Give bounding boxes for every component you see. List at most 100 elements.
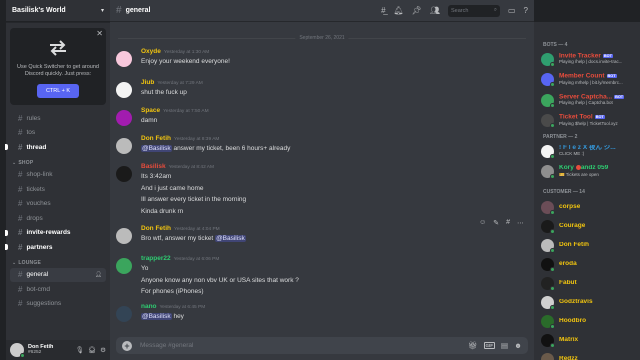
user-info[interactable]: Don Fetih #6252 (28, 344, 76, 356)
member-item[interactable]: Matrix (541, 333, 637, 348)
message-input[interactable] (140, 342, 468, 349)
channel-item-bot-cmd[interactable]: # bot-cmd (10, 282, 106, 297)
inbox-icon[interactable]: ▭ (508, 6, 516, 15)
message-line: answer my ticket, been 6 hours+ already (173, 145, 291, 152)
member-item[interactable]: eroda (541, 257, 637, 272)
channel-item-shop-link[interactable]: # shop-link (10, 168, 106, 183)
message-author[interactable]: Basilisk (141, 163, 166, 170)
hash-icon: # (18, 184, 23, 194)
member-item[interactable]: ! F l e z X 夜ん ジ... CLICK ME :) (541, 144, 637, 159)
threads-icon[interactable]: #̲ (381, 6, 385, 15)
sticker-icon[interactable]: ▤ (501, 341, 508, 350)
help-icon[interactable]: ? (524, 6, 528, 15)
avatar[interactable] (116, 82, 132, 98)
member-item[interactable]: Member Count BOT Playing m!help | bit.ly/m… (541, 73, 637, 87)
edit-icon[interactable]: ✎ (493, 219, 499, 227)
message-author[interactable]: Oxyde (141, 48, 161, 55)
channel-label: partners (26, 243, 53, 251)
microphone-icon[interactable]: 🎙︎ (76, 346, 84, 354)
user-mention[interactable]: @Basilisk (141, 313, 172, 320)
message-author[interactable]: Space (141, 107, 160, 114)
thread-icon[interactable]: # (506, 219, 510, 227)
hash-icon: # (18, 242, 23, 252)
member-item[interactable]: Invite Tracker BOT Playing /help | docs.in… (541, 52, 637, 67)
avatar[interactable] (116, 166, 132, 182)
server-header[interactable]: Basilisk's World ▾ (6, 0, 110, 22)
gear-icon[interactable]: ⚙ (100, 346, 106, 354)
add-attachment-button[interactable]: + (122, 340, 132, 351)
member-name-text: Courage (559, 223, 586, 229)
gift-icon[interactable]: 🎁︎ (468, 341, 478, 350)
bell-icon[interactable]: 🔔︎ (394, 6, 404, 15)
channel-label: thread (26, 143, 47, 151)
user-mention[interactable]: @Basilisk (141, 145, 172, 152)
date-divider-label: September 26, 2021 (295, 35, 349, 41)
message-timestamp: Yesterday at 1:30 AM (163, 50, 210, 55)
member-name-text: Kory (559, 165, 574, 172)
member-item[interactable]: Courage (541, 219, 637, 234)
member-item[interactable]: Fabut (541, 276, 637, 291)
unread-indicator (5, 244, 8, 251)
members-icon[interactable]: 👥︎ (430, 6, 440, 15)
message-author[interactable]: nano (141, 303, 157, 310)
channel-item-tos[interactable]: # tos (10, 126, 106, 141)
search-icon: ⌕ (493, 7, 497, 13)
member-name: Invite Tracker BOT (559, 53, 622, 60)
message-author[interactable]: Don Fetih (141, 135, 171, 142)
avatar[interactable] (116, 258, 132, 274)
avatar[interactable] (116, 110, 132, 126)
close-icon[interactable]: ✕ (96, 29, 103, 38)
category-shop[interactable]: ⌄ SHOP (12, 160, 110, 166)
member-item[interactable]: Kory andz 059 🎫 Tickets are open (541, 165, 637, 179)
member-item[interactable]: Redzz (541, 352, 637, 360)
message-line: Anyone know any non vbv UK or USA sites … (141, 276, 299, 284)
pin-icon[interactable]: 📌︎ (412, 6, 422, 15)
emoji-icon[interactable]: ☻ (514, 341, 522, 350)
search-input[interactable]: Search ⌕ (447, 4, 500, 17)
avatar[interactable] (116, 228, 132, 244)
message-author[interactable]: Jiub (141, 79, 154, 86)
channel-item-partners[interactable]: # partners (5, 240, 106, 255)
member-info: Courage (559, 223, 585, 229)
channel-header: # general #̲ 🔔︎ 📌︎ 👥︎ Search ⌕ ▭ ? (110, 0, 534, 22)
avatar (541, 257, 555, 272)
member-item[interactable]: Hoodbro (541, 314, 637, 329)
channel-item-drops[interactable]: # drops (10, 211, 106, 226)
add-member-icon[interactable]: 👤︎ (95, 272, 102, 278)
message-timestamp: Yesterday at 6:45 PM (159, 305, 206, 310)
channel-item-thread[interactable]: # thread (5, 140, 106, 155)
user-mention[interactable]: @Basilisk (215, 235, 246, 242)
channel-item-general[interactable]: # general 👤︎ (10, 267, 106, 282)
message-author[interactable]: trapper22 (141, 255, 171, 262)
member-item[interactable]: corpse (541, 200, 637, 215)
more-icon[interactable]: ⋯ (517, 219, 524, 227)
channel-item-tickets[interactable]: # tickets (10, 182, 106, 197)
message-author[interactable]: Don Fetih (141, 225, 171, 232)
category-lounge[interactable]: ⌄ LOUNGE (12, 260, 110, 266)
member-item[interactable]: Server Captcha... BOT Playing /help | Capt… (541, 93, 637, 108)
channel-item-invite-rewards[interactable]: # invite-rewards (5, 226, 106, 241)
channel-item-suggestions[interactable]: # suggestions (10, 297, 106, 312)
gif-button[interactable]: GIF (483, 342, 495, 349)
avatar[interactable] (116, 306, 132, 322)
message-timestamp: Yesterday at 8:39 AM (173, 137, 220, 142)
member-name-text: Redzz (559, 356, 578, 360)
bot-badge: BOT (614, 94, 625, 99)
avatar[interactable] (10, 343, 25, 358)
quick-switcher-shortcut-button[interactable]: CTRL + K (36, 84, 80, 98)
headphones-icon[interactable]: 🎧︎ (88, 346, 96, 354)
avatar (541, 219, 555, 234)
add-reaction-icon[interactable]: ☺ (479, 219, 486, 227)
channel-title: general (125, 7, 151, 14)
member-item[interactable]: Don Fetih (541, 238, 637, 253)
member-name: corpse (559, 204, 580, 210)
avatar[interactable] (116, 138, 132, 154)
member-name: eroda (559, 261, 577, 267)
member-item[interactable]: Godztravis (541, 295, 637, 310)
member-info: Redzz (559, 356, 578, 360)
member-item[interactable]: Ticket Tool BOT Playing $help | TicketTool… (541, 114, 637, 128)
channel-item-vouches[interactable]: # vouches (10, 197, 106, 212)
avatar[interactable] (116, 51, 132, 67)
message-line: And i just came home (141, 184, 204, 192)
channel-item-rules[interactable]: # rules (10, 111, 106, 126)
